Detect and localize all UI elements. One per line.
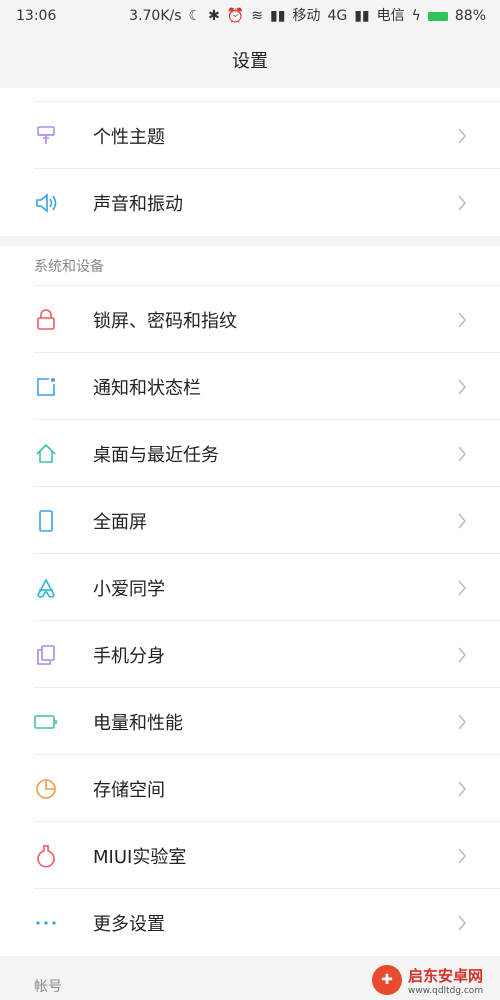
chevron-right-icon <box>450 509 474 533</box>
settings-item-battery[interactable]: 电量和性能 <box>0 688 500 755</box>
settings-item-label: 个性主题 <box>93 126 165 148</box>
battery-percent: 88% <box>454 8 486 24</box>
chevron-right-icon <box>450 911 474 935</box>
settings-item-label: 通知和状态栏 <box>93 377 201 399</box>
settings-item-lockscreen[interactable]: 锁屏、密码和指纹 <box>0 286 500 353</box>
settings-item-storage[interactable]: 存储空间 <box>0 755 500 822</box>
lab-flask-icon <box>34 844 58 868</box>
wifi-icon: ≋ <box>251 8 264 24</box>
page-title-bar: 设置 <box>0 32 500 89</box>
group-system-device: 系统和设备 锁屏、密码和指纹 通知和状态栏 桌面与最近任务 全面屏 小爱同学 手… <box>0 246 500 956</box>
section-gap <box>0 236 500 246</box>
chevron-right-icon <box>450 643 474 667</box>
status-bar: 13:06 3.70K/s ☾ ✱ ⏰ ≋ ▮▮ 移动 4G ▮▮ 电信 ϟ 8… <box>0 0 500 32</box>
chevron-right-icon <box>450 844 474 868</box>
theme-brush-icon <box>34 124 58 148</box>
chevron-right-icon <box>450 124 474 148</box>
storage-pie-icon <box>34 777 58 801</box>
settings-item-more[interactable]: 更多设置 <box>0 889 500 956</box>
battery-icon <box>427 11 448 21</box>
settings-item-label: 小爱同学 <box>93 578 165 600</box>
alarm-icon: ⏰ <box>226 8 245 24</box>
dual-space-icon <box>34 643 58 667</box>
battery-icon <box>34 710 58 734</box>
settings-item-notifications[interactable]: 通知和状态栏 <box>0 353 500 420</box>
settings-item-miui-lab[interactable]: MIUI实验室 <box>0 822 500 889</box>
settings-item-label: 声音和振动 <box>93 193 183 215</box>
notification-icon <box>34 375 58 399</box>
chevron-right-icon <box>450 576 474 600</box>
carrier-2: 电信 <box>376 8 405 24</box>
watermark-url: www.qdltdg.com <box>408 985 484 996</box>
settings-item-label: 更多设置 <box>93 913 165 935</box>
settings-item-label: 电量和性能 <box>93 712 183 734</box>
home-icon <box>34 442 58 466</box>
carrier-1: 移动 <box>292 8 321 24</box>
settings-item-label: MIUI实验室 <box>93 846 187 868</box>
chevron-right-icon <box>450 442 474 466</box>
status-time: 13:06 <box>16 8 57 24</box>
watermark-logo-icon: ✚ <box>372 965 402 995</box>
watermark-text: 启东安卓网 www.qdltdg.com <box>408 965 483 996</box>
chevron-right-icon <box>450 375 474 399</box>
settings-item-label: 桌面与最近任务 <box>93 444 219 466</box>
watermark-name: 启东安卓网 <box>408 966 484 985</box>
settings-item-xiaoai[interactable]: 小爱同学 <box>0 554 500 621</box>
section-header: 系统和设备 <box>0 246 500 286</box>
bluetooth-icon: ✱ <box>208 8 220 24</box>
settings-item-label: 全面屏 <box>93 511 147 533</box>
settings-item-label: 存储空间 <box>93 779 165 801</box>
chevron-right-icon <box>450 710 474 734</box>
speaker-icon <box>34 191 58 215</box>
list-divider <box>0 88 500 102</box>
page-title: 设置 <box>232 51 268 72</box>
settings-list[interactable]: 个性主题 声音和振动 系统和设备 锁屏、密码和指纹 通知和状态栏 桌面与最近任务… <box>0 88 500 1000</box>
charging-icon: ϟ <box>411 8 421 24</box>
settings-item-dual-space[interactable]: 手机分身 <box>0 621 500 688</box>
settings-item-sound[interactable]: 声音和振动 <box>0 169 500 236</box>
moon-icon: ☾ <box>188 8 202 24</box>
settings-item-theme[interactable]: 个性主题 <box>0 102 500 169</box>
signal-icon: ▮▮ <box>270 8 286 24</box>
chevron-right-icon <box>450 777 474 801</box>
settings-item-fullscreen[interactable]: 全面屏 <box>0 487 500 554</box>
watermark: ✚ 启东安卓网 www.qdltdg.com <box>372 960 500 1000</box>
settings-item-home-recents[interactable]: 桌面与最近任务 <box>0 420 500 487</box>
lock-icon <box>34 308 58 332</box>
settings-item-label: 锁屏、密码和指纹 <box>93 310 237 332</box>
group-personalization: 个性主题 声音和振动 <box>0 88 500 236</box>
signal-icon-2: ▮▮ <box>354 8 370 24</box>
phone-screen-icon <box>34 509 58 533</box>
chevron-right-icon <box>450 308 474 332</box>
settings-item-label: 手机分身 <box>93 645 165 667</box>
xiaoai-icon <box>34 576 58 600</box>
status-indicators: 3.70K/s ☾ ✱ ⏰ ≋ ▮▮ 移动 4G ▮▮ 电信 ϟ 88% <box>129 9 500 23</box>
network-speed: 3.70K/s <box>129 8 182 24</box>
network-type: 4G <box>327 8 348 24</box>
more-dots-icon <box>34 911 58 935</box>
chevron-right-icon <box>450 191 474 215</box>
